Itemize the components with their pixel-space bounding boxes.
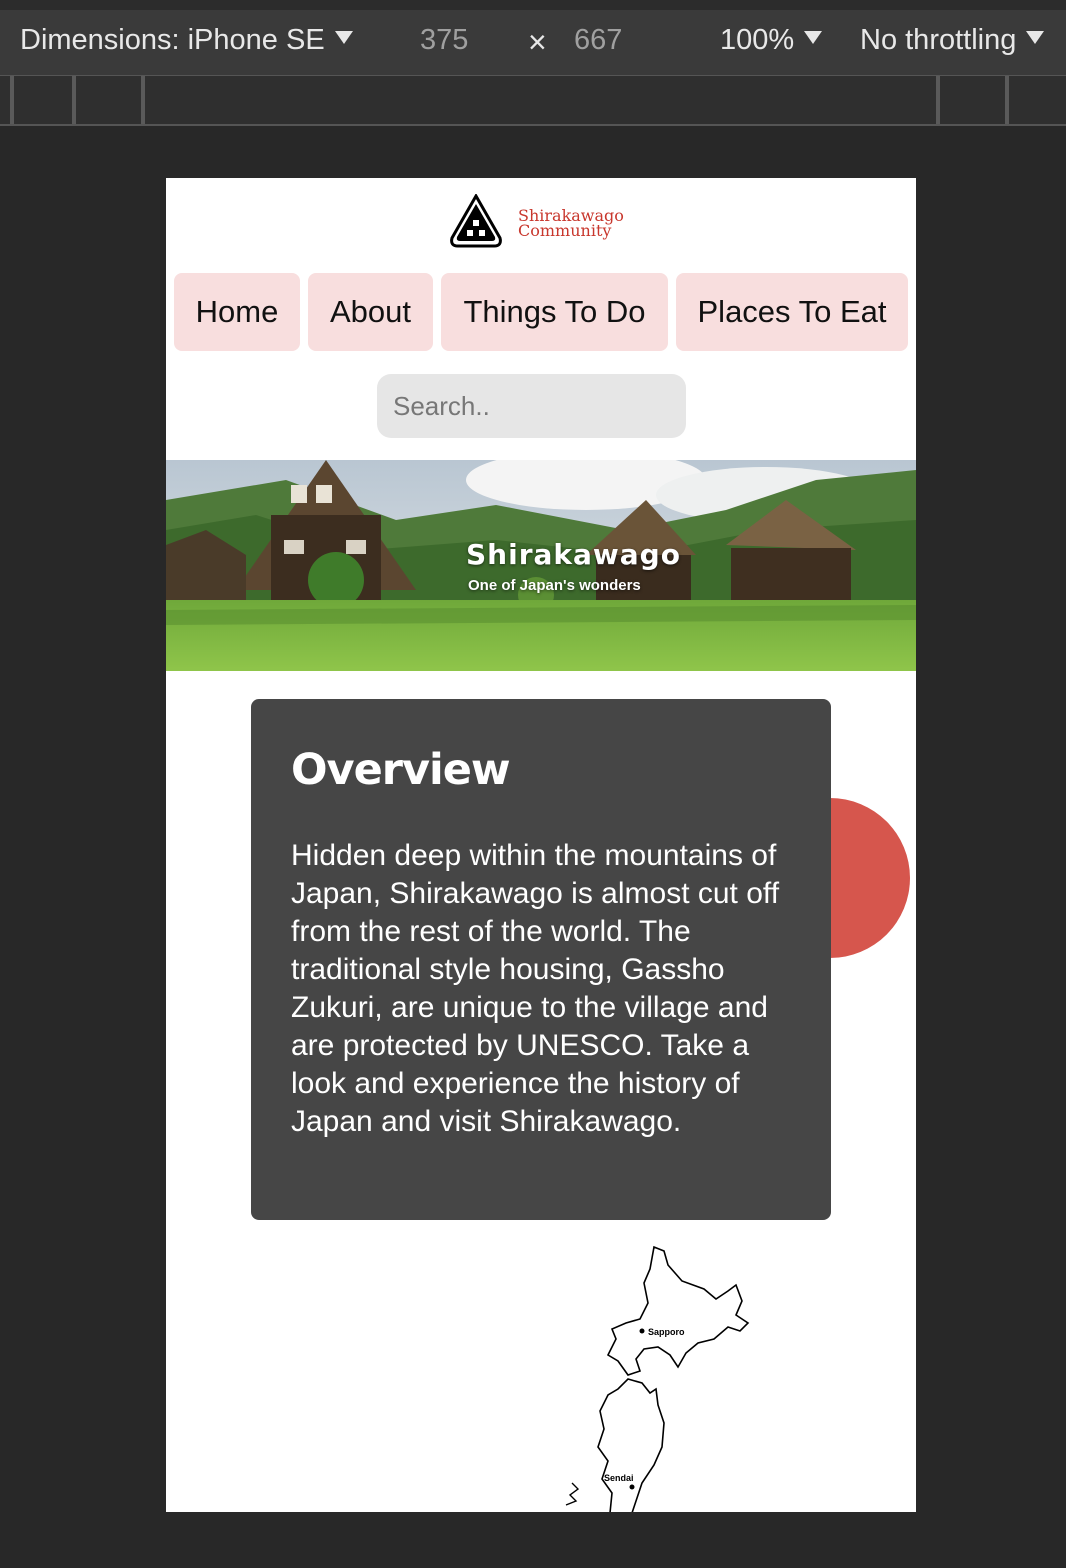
media-query-segment[interactable] — [1005, 76, 1009, 124]
device-label: Dimensions: iPhone SE — [20, 24, 325, 56]
nav-things-to-do[interactable]: Things To Do — [441, 273, 668, 351]
japan-map-image: Sapporo Sendai — [565, 1245, 750, 1512]
chevron-down-icon — [334, 31, 353, 44]
zoom-select[interactable]: 100% — [720, 24, 823, 57]
map-label-sendai: Sendai — [604, 1473, 634, 1483]
overview-text: Hidden deep within the mountains of Japa… — [291, 839, 780, 1138]
search-input[interactable] — [377, 374, 686, 438]
overview-heading: Overview — [291, 745, 511, 795]
hero-title: Shirakawago — [466, 538, 681, 571]
nav-places-to-eat[interactable]: Places To Eat — [676, 273, 908, 351]
media-query-segment[interactable] — [141, 76, 145, 124]
main-nav: Home About Things To Do Places To Eat — [174, 273, 908, 351]
overview-card: Overview Hidden deep within the mountain… — [251, 699, 831, 1220]
media-query-bar — [0, 76, 1066, 126]
media-query-segment[interactable] — [72, 76, 76, 124]
hero-banner: Shirakawago One of Japan's wonders — [166, 460, 916, 671]
zoom-label: 100% — [720, 24, 795, 56]
devtools-toolbar: Dimensions: iPhone SE 375 × 667 100% No … — [0, 0, 1066, 76]
nav-home[interactable]: Home — [174, 273, 300, 351]
width-input[interactable]: 375 — [420, 24, 468, 57]
nav-about[interactable]: About — [308, 273, 433, 351]
device-dimensions-select[interactable]: Dimensions: iPhone SE — [20, 24, 353, 57]
map-label-sapporo: Sapporo — [648, 1327, 685, 1337]
hero-subtitle: One of Japan's wonders — [468, 577, 641, 594]
logo-line-2: Community — [518, 221, 612, 240]
logo-text: Shirakawago Community — [518, 208, 624, 240]
device-viewport: Shirakawago Community Home About Things … — [166, 178, 916, 1512]
chevron-down-icon — [804, 31, 823, 44]
height-input[interactable]: 667 — [574, 24, 622, 57]
times-icon: × — [528, 24, 547, 60]
media-query-segment[interactable] — [936, 76, 940, 124]
chevron-down-icon — [1026, 31, 1045, 44]
throttling-select[interactable]: No throttling — [860, 24, 1045, 57]
throttling-label: No throttling — [860, 24, 1017, 56]
media-query-segment[interactable] — [10, 76, 14, 124]
